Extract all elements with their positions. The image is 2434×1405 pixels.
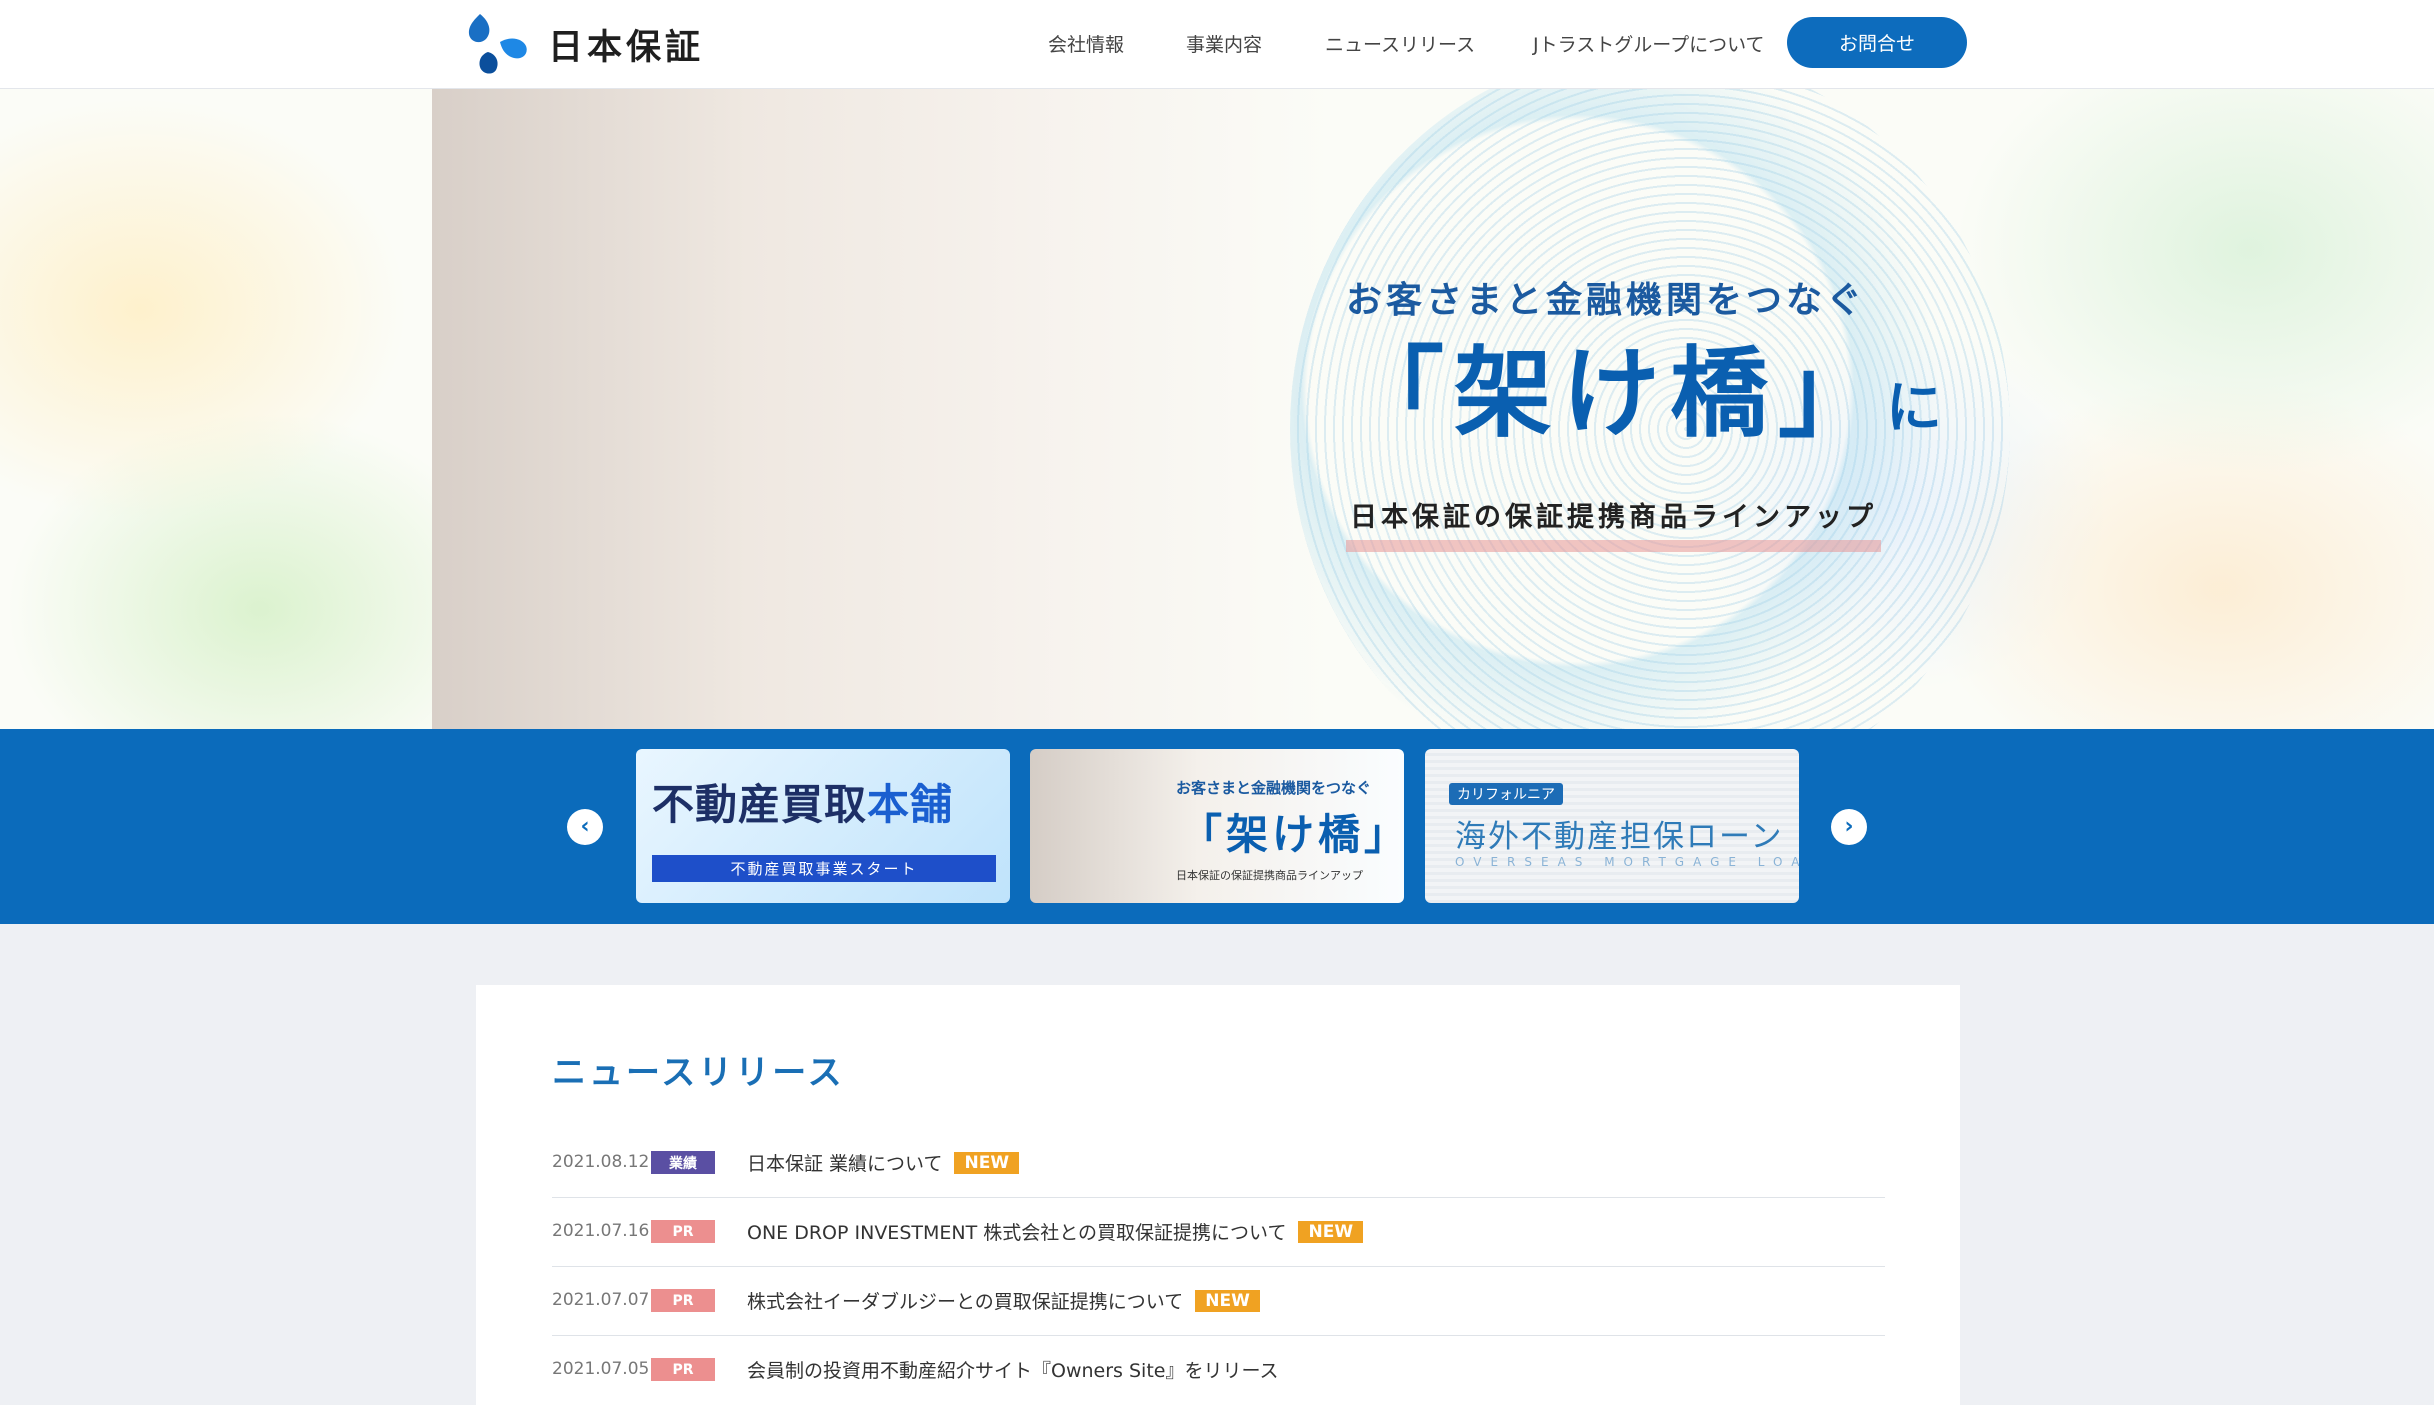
news-section: ニュースリリース 2021.08.12 業績 日本保証 業績について NEW 20… [476, 985, 1960, 1405]
nav-business[interactable]: 事業内容 [1186, 30, 1262, 57]
news-category-badge: PR [651, 1220, 715, 1243]
slide-real-estate-purchase[interactable]: 不動産買取本舗 不動産買取事業スタート [636, 749, 1010, 903]
logo[interactable]: 日本保証 [466, 12, 704, 76]
site-header: 日本保証 会社情報 事業内容 ニュースリリース Jトラストグループについて お問… [0, 0, 2434, 89]
news-category-badge: PR [651, 1358, 715, 1381]
new-badge: NEW [1298, 1220, 1364, 1243]
slide1-title: 不動産買取本舗 [652, 780, 954, 829]
slide2-sub: お客さまと金融機関をつなぐ [1176, 779, 1372, 797]
news-row[interactable]: 2021.08.12 業績 日本保証 業績について NEW [552, 1129, 1885, 1198]
slide3-english: OVERSEAS MORTGAGE LOAN [1455, 855, 1799, 869]
news-category-badge: 業績 [651, 1151, 715, 1174]
news-row[interactable]: 2021.07.16 PR ONE DROP INVESTMENT 株式会社との… [552, 1198, 1885, 1267]
news-row[interactable]: 2021.07.05 PR 会員制の投資用不動産紹介サイト『Owners Sit… [552, 1336, 1885, 1404]
logo-text: 日本保証 [548, 27, 705, 68]
nav-jtrust-group[interactable]: Jトラストグループについて [1533, 30, 1765, 57]
banner-carousel: ‹ 不動産買取本舗 不動産買取事業スタート お客さまと金融機関をつなぐ 「架け橋… [0, 729, 2434, 924]
logo-drop-icon [468, 14, 527, 74]
nav-news[interactable]: ニュースリリース [1325, 30, 1475, 57]
contact-button[interactable]: お問合せ [1787, 17, 1967, 68]
news-link[interactable]: 会員制の投資用不動産紹介サイト『Owners Site』をリリース [747, 1356, 1279, 1383]
slide-overseas-mortgage[interactable]: カリフォルニア 海外不動産担保ローン OVERSEAS MORTGAGE LOA… [1425, 749, 1799, 903]
hero-headline: 「架け橋」に [1346, 337, 1943, 451]
news-category-badge: PR [651, 1289, 715, 1312]
news-link[interactable]: 株式会社イーダブルジーとの買取保証提携について NEW [747, 1287, 1260, 1314]
carousel-next-button[interactable]: › [1831, 809, 1867, 845]
nav-company[interactable]: 会社情報 [1048, 30, 1124, 57]
news-date: 2021.07.05 [552, 1359, 650, 1379]
hero-photo [432, 89, 1332, 729]
hero-tagline: 日本保証の保証提携商品ラインアップ [1346, 495, 1881, 552]
news-date: 2021.07.07 [552, 1290, 650, 1310]
news-link[interactable]: ONE DROP INVESTMENT 株式会社との買取保証提携について NEW [747, 1218, 1364, 1245]
news-date: 2021.08.12 [552, 1152, 650, 1172]
hero-banner[interactable]: お客さまと金融機関をつなぐ 「架け橋」に 日本保証の保証提携商品ラインアップ [0, 89, 2434, 729]
news-link[interactable]: 日本保証 業績について NEW [747, 1149, 1020, 1176]
slide3-badge: カリフォルニア [1449, 783, 1563, 805]
slide3-title: 海外不動産担保ローン [1455, 819, 1784, 855]
news-date: 2021.07.16 [552, 1221, 650, 1241]
hero-copy: お客さまと金融機関をつなぐ 「架け橋」に 日本保証の保証提携商品ラインアップ [1346, 271, 1943, 552]
new-badge: NEW [954, 1151, 1020, 1174]
carousel-prev-button[interactable]: ‹ [567, 809, 603, 845]
news-title: ニュースリリース [552, 1053, 845, 1093]
slide-bridge[interactable]: お客さまと金融機関をつなぐ 「架け橋」に 日本保証の保証提携商品ラインアップ [1030, 749, 1404, 903]
slide2-tagline: 日本保証の保証提携商品ラインアップ [1176, 869, 1363, 882]
slide1-bar: 不動産買取事業スタート [652, 855, 996, 882]
news-row[interactable]: 2021.07.07 PR 株式会社イーダブルジーとの買取保証提携について NEW [552, 1267, 1885, 1336]
slide2-main: 「架け橋」に [1180, 810, 1404, 859]
new-badge: NEW [1195, 1289, 1260, 1312]
hero-subtitle: お客さまと金融機関をつなぐ [1346, 280, 1867, 321]
